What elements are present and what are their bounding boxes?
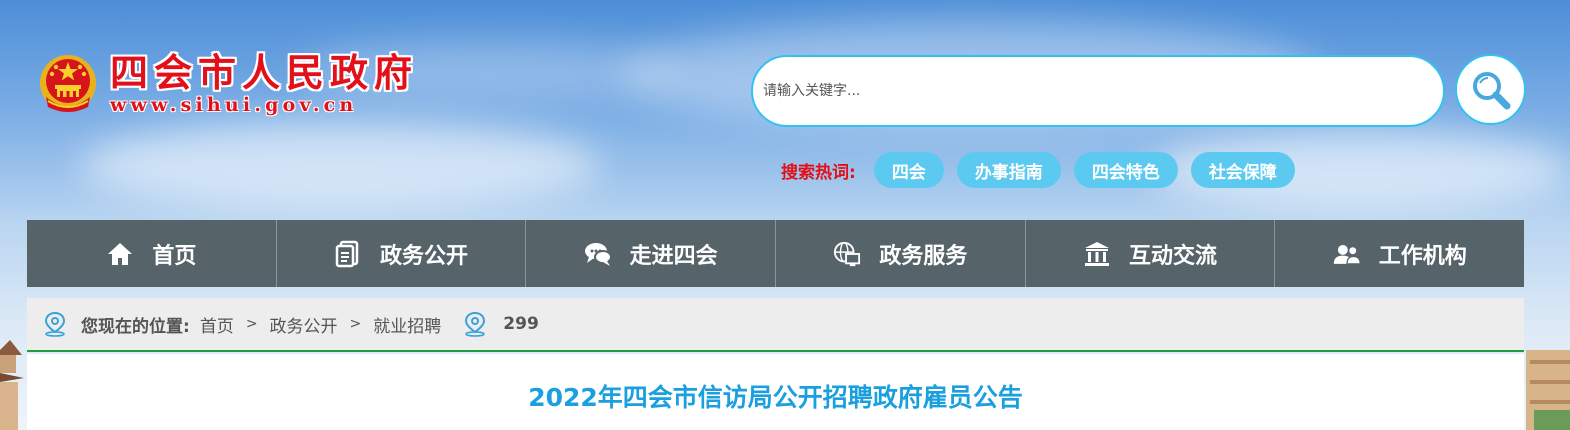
- breadcrumb-link-home[interactable]: 首页: [200, 312, 234, 337]
- pagoda-decoration: [0, 340, 24, 430]
- breadcrumb: 您现在的位置: 首页 > 政务公开 > 就业招聘 299: [27, 298, 1524, 352]
- hot-word-tag[interactable]: 四会: [873, 152, 944, 188]
- pagoda-decoration: [1526, 350, 1570, 430]
- site-logo[interactable]: 四会市人民政府 www.sihui.gov.cn: [38, 52, 418, 116]
- site-domain: www.sihui.gov.cn: [110, 94, 358, 116]
- nav-item-label: 政务服务: [879, 243, 968, 269]
- hot-word-tag[interactable]: 社会保障: [1190, 152, 1295, 188]
- globe-computer-icon: [833, 240, 861, 268]
- nav-item-agencies[interactable]: 工作机构: [1275, 220, 1524, 287]
- users-icon: [1333, 240, 1361, 268]
- nav-item-label: 政务公开: [380, 243, 469, 269]
- nav-item-label: 走进四会: [629, 243, 718, 269]
- hot-word-tag[interactable]: 四会特色: [1073, 152, 1178, 188]
- nav-item-label: 首页: [152, 243, 197, 269]
- main-nav: 首页 政务公开 走进四会 政务服务 互动交流 工作机构: [27, 220, 1524, 287]
- nav-item-government-services[interactable]: 政务服务: [776, 220, 1026, 287]
- search-box: [751, 55, 1445, 127]
- view-count-icon: [465, 311, 486, 337]
- document-icon: [334, 240, 362, 268]
- national-emblem-icon: [40, 55, 96, 112]
- breadcrumb-separator: >: [349, 316, 362, 332]
- breadcrumb-label: 您现在的位置:: [81, 316, 190, 337]
- nav-item-interaction[interactable]: 互动交流: [1026, 220, 1276, 287]
- search-button[interactable]: [1455, 54, 1526, 125]
- site-name: 四会市人民政府: [110, 50, 419, 95]
- chat-bubbles-icon: [584, 240, 612, 268]
- background-cloud: [80, 120, 600, 210]
- breadcrumb-separator: >: [245, 316, 258, 332]
- search-input[interactable]: [763, 57, 1433, 125]
- nav-item-label: 工作机构: [1378, 243, 1467, 269]
- breadcrumb-link-employment[interactable]: 就业招聘: [373, 312, 441, 337]
- search-icon: [1472, 71, 1510, 109]
- location-pin-icon: [44, 311, 66, 337]
- article-content: 2022年四会市信访局公开招聘政府雇员公告: [27, 354, 1524, 430]
- view-count: 299: [503, 314, 539, 334]
- home-icon: [106, 240, 134, 268]
- hot-search-label: 搜索热词:: [781, 162, 856, 183]
- building-columns-icon: [1083, 240, 1111, 268]
- nav-item-home[interactable]: 首页: [27, 220, 277, 287]
- nav-item-label: 互动交流: [1129, 243, 1218, 269]
- hot-search-words: 搜索热词: 四会 办事指南 四会特色 社会保障: [781, 152, 1308, 188]
- nav-item-about-sihui[interactable]: 走进四会: [526, 220, 777, 287]
- hot-word-tag[interactable]: 办事指南: [956, 152, 1061, 188]
- article-title: 2022年四会市信访局公开招聘政府雇员公告: [528, 383, 1023, 412]
- nav-item-government-affairs[interactable]: 政务公开: [277, 220, 527, 287]
- breadcrumb-link-government-affairs[interactable]: 政务公开: [270, 312, 338, 337]
